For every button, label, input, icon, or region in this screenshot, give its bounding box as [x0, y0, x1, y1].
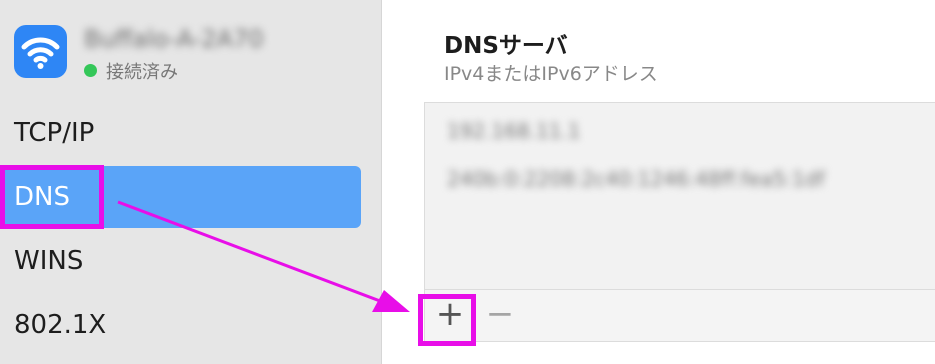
- annotation-arrow: [117, 200, 410, 312]
